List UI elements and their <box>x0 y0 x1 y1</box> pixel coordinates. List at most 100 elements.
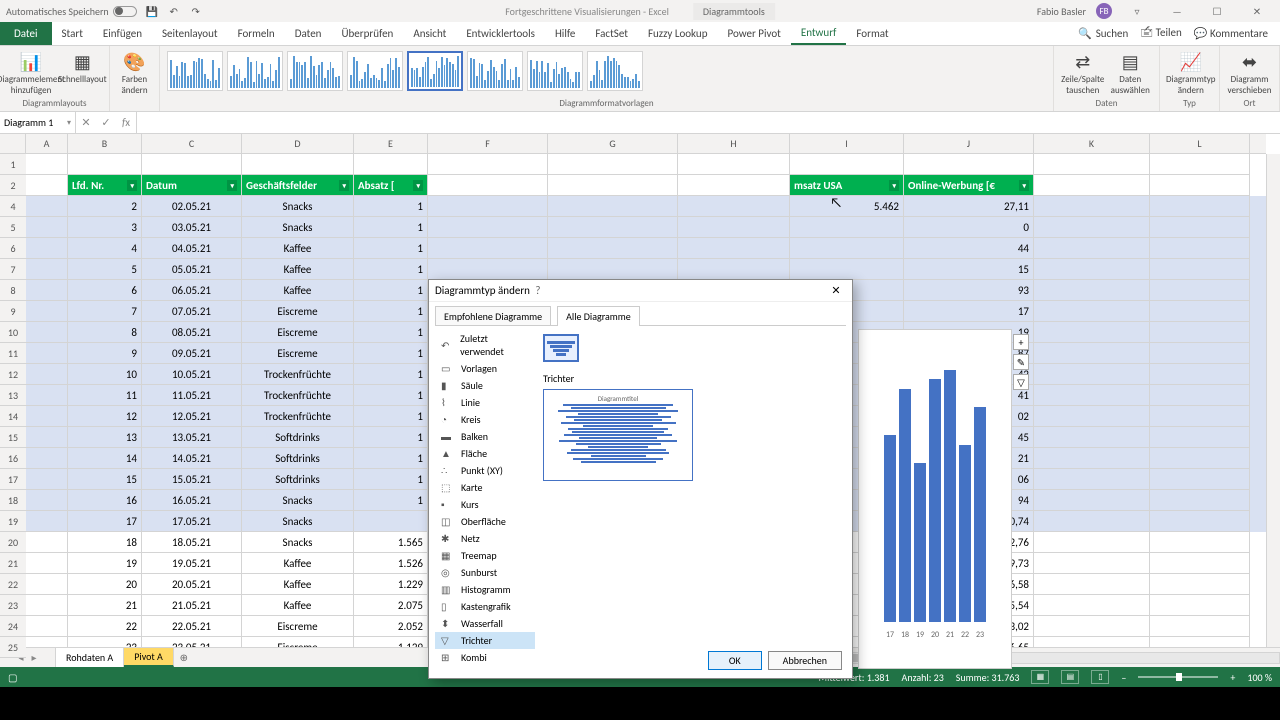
cell-L5[interactable] <box>1150 217 1250 238</box>
sheet-tab-rohdaten[interactable]: Rohdaten A <box>56 648 124 667</box>
dialog-tab-all[interactable]: Alle Diagramme <box>557 306 640 326</box>
cell-B15[interactable]: 13 <box>68 427 142 448</box>
cell-L24[interactable] <box>1150 616 1250 637</box>
cell-D4[interactable]: Snacks <box>242 196 354 217</box>
cell-K20[interactable] <box>1034 532 1150 553</box>
tab-powerpivot[interactable]: Power Pivot <box>717 22 790 45</box>
maximize-icon[interactable]: ☐ <box>1202 1 1232 21</box>
cell-H7[interactable] <box>678 259 790 280</box>
col-header-G[interactable]: G <box>548 134 678 153</box>
row-header-21[interactable]: 21 <box>0 553 26 574</box>
change-colors-button[interactable]: 🎨Farben ändern <box>116 48 153 98</box>
cell-K19[interactable] <box>1034 511 1150 532</box>
cell-L22[interactable] <box>1150 574 1250 595</box>
cell-D18[interactable]: Snacks <box>242 490 354 511</box>
row-header-7[interactable]: 7 <box>0 259 26 280</box>
cell-L8[interactable] <box>1150 280 1250 301</box>
cell-D25[interactable]: Eiscreme <box>242 637 354 647</box>
cell-K2[interactable] <box>1034 175 1150 196</box>
cell-B1[interactable] <box>68 154 142 175</box>
cell-D24[interactable]: Eiscreme <box>242 616 354 637</box>
cell-K21[interactable] <box>1034 553 1150 574</box>
chart-cat-sule[interactable]: ▮Säule <box>435 377 535 394</box>
cell-H1[interactable] <box>678 154 790 175</box>
cell-B14[interactable]: 12 <box>68 406 142 427</box>
cell-E12[interactable]: 1 <box>354 364 428 385</box>
cell-A6[interactable] <box>26 238 68 259</box>
cell-C10[interactable]: 08.05.21 <box>142 322 242 343</box>
cell-K17[interactable] <box>1034 469 1150 490</box>
tab-view[interactable]: Ansicht <box>403 22 456 45</box>
cell-B7[interactable]: 5 <box>68 259 142 280</box>
cell-F6[interactable] <box>428 238 548 259</box>
move-chart-button[interactable]: ⬌Diagramm verschieben <box>1226 48 1273 98</box>
cell-A2[interactable] <box>26 175 68 196</box>
cell-D12[interactable]: Trockenfrüchte <box>242 364 354 385</box>
cell-K14[interactable] <box>1034 406 1150 427</box>
row-header-18[interactable]: 18 <box>0 490 26 511</box>
cell-C25[interactable]: 23.05.21 <box>142 637 242 647</box>
cell-L6[interactable] <box>1150 238 1250 259</box>
row-header-24[interactable]: 24 <box>0 616 26 637</box>
cell-A11[interactable] <box>26 343 68 364</box>
tab-format[interactable]: Format <box>846 22 898 45</box>
cell-G2[interactable] <box>548 175 678 196</box>
cell-D21[interactable]: Kaffee <box>242 553 354 574</box>
cell-K24[interactable] <box>1034 616 1150 637</box>
dialog-tab-recommended[interactable]: Empfohlene Diagramme <box>435 306 551 326</box>
add-chart-element-button[interactable]: 📊Diagrammelement hinzufügen <box>6 48 56 98</box>
cell-J5[interactable]: 0 <box>904 217 1034 238</box>
cell-A15[interactable] <box>26 427 68 448</box>
row-header-17[interactable]: 17 <box>0 469 26 490</box>
view-page-icon[interactable]: ▤ <box>1061 670 1079 684</box>
search-box[interactable]: 🔍 Suchen <box>1078 27 1128 40</box>
cell-H2[interactable] <box>678 175 790 196</box>
tab-page-layout[interactable]: Seitenlayout <box>152 22 228 45</box>
col-header-F[interactable]: F <box>428 134 548 153</box>
cell-D10[interactable]: Eiscreme <box>242 322 354 343</box>
tab-file[interactable]: Datei <box>0 22 52 45</box>
zoom-out-icon[interactable]: – <box>1121 671 1126 684</box>
add-sheet-button[interactable]: ⊕ <box>174 648 194 667</box>
cell-A13[interactable] <box>26 385 68 406</box>
cell-D5[interactable]: Snacks <box>242 217 354 238</box>
cell-C17[interactable]: 15.05.21 <box>142 469 242 490</box>
cell-E19[interactable] <box>354 511 428 532</box>
cell-E24[interactable]: 2.052 <box>354 616 428 637</box>
zoom-in-icon[interactable]: + <box>1230 671 1235 684</box>
cell-L11[interactable] <box>1150 343 1250 364</box>
cell-L9[interactable] <box>1150 301 1250 322</box>
dialog-close-icon[interactable]: ✕ <box>826 284 846 297</box>
cell-L20[interactable] <box>1150 532 1250 553</box>
vertical-scrollbar[interactable] <box>1266 154 1280 647</box>
chart-cat-kombi[interactable]: ⊞Kombi <box>435 649 535 666</box>
row-header-10[interactable]: 10 <box>0 322 26 343</box>
cell-F4[interactable] <box>428 196 548 217</box>
chart-cat-treemap[interactable]: ▦Treemap <box>435 547 535 564</box>
cell-J4[interactable]: 27,11 <box>904 196 1034 217</box>
cell-B13[interactable]: 11 <box>68 385 142 406</box>
cell-E1[interactable] <box>354 154 428 175</box>
chart-cat-oberflche[interactable]: ◫Oberfläche <box>435 513 535 530</box>
fx-icon[interactable]: fx <box>116 116 136 129</box>
user-avatar[interactable]: FB <box>1096 3 1112 19</box>
cell-J6[interactable]: 44 <box>904 238 1034 259</box>
cell-L21[interactable] <box>1150 553 1250 574</box>
row-header-5[interactable]: 5 <box>0 217 26 238</box>
chart-cat-netz[interactable]: ✱Netz <box>435 530 535 547</box>
cell-A5[interactable] <box>26 217 68 238</box>
cell-J2[interactable]: Online-Werbung [€ <box>904 175 1034 196</box>
cell-L25[interactable] <box>1150 637 1250 647</box>
cell-I4[interactable]: 5.462 <box>790 196 904 217</box>
cell-J8[interactable]: 93 <box>904 280 1034 301</box>
tab-insert[interactable]: Einfügen <box>93 22 152 45</box>
cell-E6[interactable]: 1 <box>354 238 428 259</box>
cell-D14[interactable]: Trockenfrüchte <box>242 406 354 427</box>
cell-A14[interactable] <box>26 406 68 427</box>
cell-L14[interactable] <box>1150 406 1250 427</box>
cell-I2[interactable]: msatz USA <box>790 175 904 196</box>
cell-G4[interactable] <box>548 196 678 217</box>
col-header-C[interactable]: C <box>142 134 242 153</box>
sheet-tab-pivot[interactable]: Pivot A <box>124 648 174 667</box>
chart-cat-histogramm[interactable]: ▥Histogramm <box>435 581 535 598</box>
